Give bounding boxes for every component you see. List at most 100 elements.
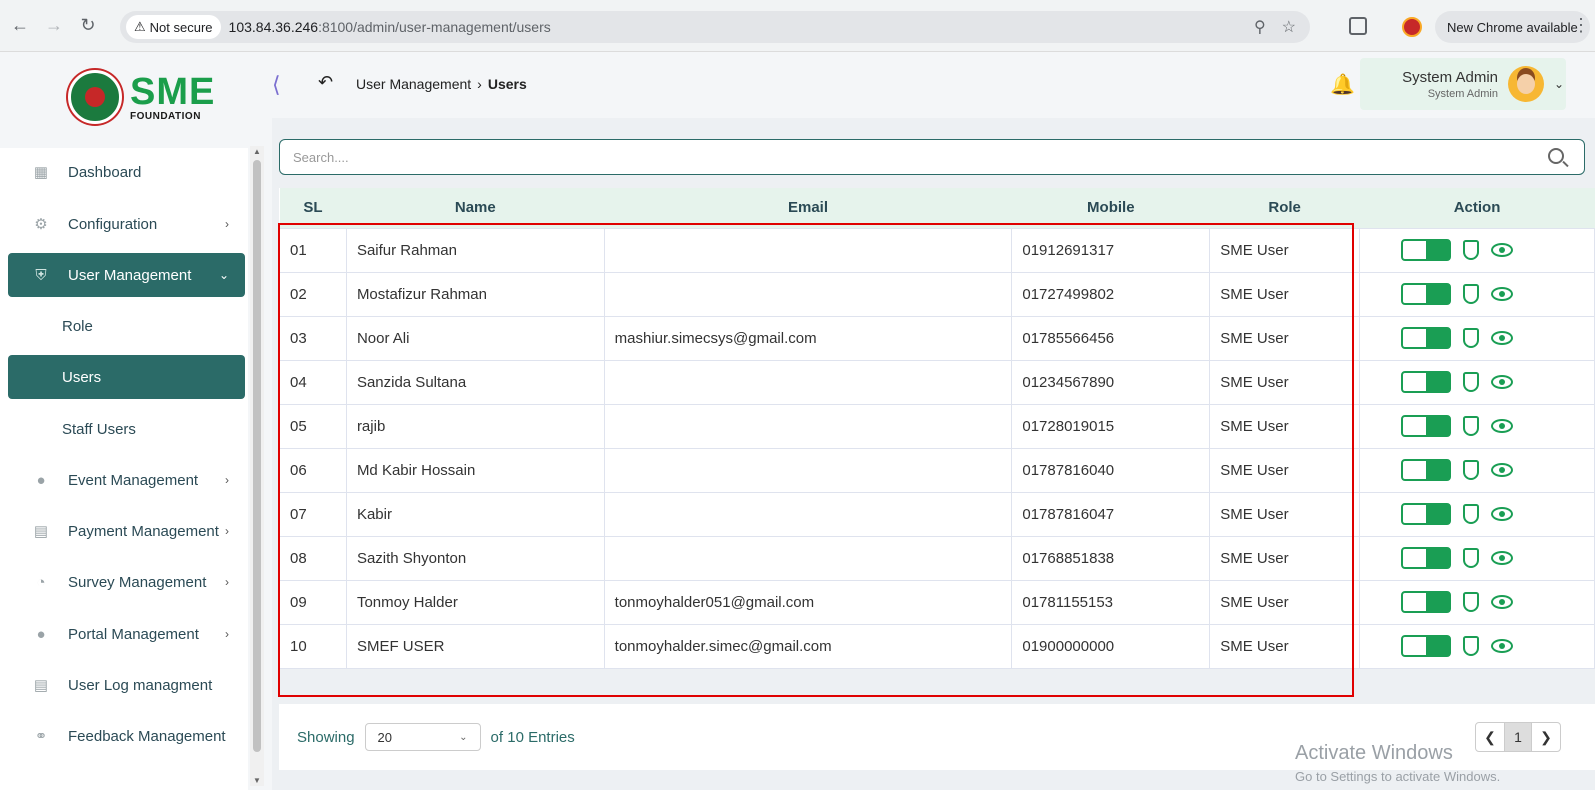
cell-name: Sanzida Sultana [345, 359, 605, 405]
back-icon[interactable]: ↶ [318, 72, 333, 93]
sidebar-item-label: User Management [68, 266, 192, 284]
zoom-icon[interactable]: ⚲ [1254, 17, 1266, 37]
view-eye-icon[interactable] [1491, 507, 1514, 521]
status-toggle[interactable] [1401, 371, 1452, 393]
chevron-down-icon: ⌄ [218, 268, 229, 282]
status-toggle[interactable] [1401, 635, 1452, 657]
sidebar-item-dashboard[interactable]: ▦ Dashboard [8, 150, 245, 194]
view-eye-icon[interactable] [1491, 463, 1514, 477]
forward-arrow-icon[interactable]: → [40, 12, 68, 40]
permission-shield-icon[interactable] [1463, 548, 1480, 568]
shield-user-icon: ⛨ [35, 266, 47, 284]
profile-icon[interactable] [1402, 17, 1422, 37]
scroll-down-icon[interactable]: ▼ [253, 776, 261, 785]
view-eye-icon[interactable] [1491, 551, 1514, 565]
cell-email: tonmoyhalder051@gmail.com [603, 579, 1013, 625]
chevron-down-icon[interactable]: ⌄ [1554, 77, 1564, 91]
sme-foundation-logo[interactable]: SME FOUNDATION [68, 70, 215, 124]
url-path: :8100/admin/user-management/users [318, 19, 551, 35]
back-arrow-icon[interactable]: ← [6, 12, 34, 40]
cell-mobile: 01728019015 [1011, 403, 1211, 449]
view-eye-icon[interactable] [1491, 243, 1514, 257]
search-box[interactable] [279, 139, 1585, 175]
sidebar-item-user-management[interactable]: ⛨ User Management ⌄ [8, 253, 245, 297]
user-menu[interactable]: System Admin System Admin ⌄ [1360, 58, 1566, 110]
status-toggle[interactable] [1401, 415, 1452, 437]
scroll-up-icon[interactable]: ▲ [253, 147, 261, 156]
notification-bell-icon[interactable]: 🔔 [1330, 72, 1355, 97]
chevron-right-icon: › [225, 524, 229, 538]
cell-sl: 06 [279, 447, 347, 493]
cell-name: Tonmoy Halder [345, 579, 605, 625]
cell-role: SME User [1209, 447, 1361, 493]
permission-shield-icon[interactable] [1463, 592, 1480, 612]
cell-role: SME User [1209, 623, 1361, 669]
permission-shield-icon[interactable] [1463, 328, 1480, 348]
status-toggle[interactable] [1401, 503, 1452, 525]
scroll-thumb[interactable] [253, 160, 261, 752]
view-eye-icon[interactable] [1491, 287, 1514, 301]
cell-action [1359, 535, 1595, 581]
cell-email [603, 271, 1013, 317]
permission-shield-icon[interactable] [1463, 284, 1480, 304]
search-icon[interactable] [1548, 148, 1564, 164]
url-text[interactable]: 103.84.36.246:8100/admin/user-management… [229, 19, 551, 35]
sidebar-item-feedback-management[interactable]: ⚭ Feedback Management [8, 714, 245, 758]
sidebar-item-survey-management[interactable]: ◔ Survey Management › [8, 560, 245, 604]
page-button-current[interactable]: 1 [1504, 723, 1532, 751]
table-row: 04 Sanzida Sultana 01234567890 SME User [279, 359, 1595, 405]
status-toggle[interactable] [1401, 547, 1452, 569]
showing-label: Showing [297, 728, 355, 746]
permission-shield-icon[interactable] [1463, 240, 1480, 260]
cell-name: Kabir [345, 491, 605, 537]
view-eye-icon[interactable] [1491, 639, 1514, 653]
page-size-select[interactable]: 20 ⌄ [364, 723, 481, 751]
status-toggle[interactable] [1401, 327, 1452, 349]
permission-shield-icon[interactable] [1463, 372, 1480, 392]
status-toggle[interactable] [1401, 283, 1452, 305]
permission-shield-icon[interactable] [1463, 460, 1480, 480]
breadcrumb: User Management › Users [356, 76, 527, 92]
sidebar-item-user-log[interactable]: ▤ User Log managment [8, 663, 245, 707]
sidebar-subitem-staff-users[interactable]: Staff Users [8, 407, 245, 451]
cell-name: Saifur Rahman [345, 227, 605, 273]
view-eye-icon[interactable] [1491, 375, 1514, 389]
cell-role: SME User [1209, 491, 1361, 537]
chevron-down-icon: ⌄ [459, 731, 468, 743]
status-toggle[interactable] [1401, 591, 1452, 613]
sidebar-scrollbar[interactable]: ▲ ▼ [250, 146, 264, 786]
view-eye-icon[interactable] [1491, 331, 1514, 345]
view-eye-icon[interactable] [1491, 419, 1514, 433]
main-content: SL Name Email Mobile Role Action 01Saifu… [272, 118, 1595, 790]
status-toggle[interactable] [1401, 239, 1452, 261]
next-page-button[interactable]: ❯ [1532, 723, 1560, 751]
sidebar-collapse-icon[interactable]: ⟨ [272, 72, 281, 98]
cell-email: mashiur.simecsys@gmail.com [603, 315, 1013, 361]
sidebar-item-portal-management[interactable]: ● Portal Management › [8, 612, 245, 656]
bookmark-star-icon[interactable]: ☆ [1282, 17, 1296, 37]
cell-sl: 05 [279, 403, 347, 449]
chrome-update-button[interactable]: New Chrome available [1435, 11, 1590, 43]
address-bar[interactable]: ⚠ Not secure 103.84.36.246:8100/admin/us… [120, 11, 1310, 43]
avatar [1508, 66, 1544, 102]
browser-menu-icon[interactable]: ⋮ [1572, 15, 1590, 36]
extensions-icon[interactable] [1349, 17, 1367, 35]
sidebar-subitem-users[interactable]: Users [8, 355, 245, 399]
status-toggle[interactable] [1401, 459, 1452, 481]
cell-name: Mostafizur Rahman [345, 271, 605, 317]
sidebar-item-payment-management[interactable]: ▤ Payment Management › [8, 509, 245, 553]
permission-shield-icon[interactable] [1463, 504, 1480, 524]
permission-shield-icon[interactable] [1463, 636, 1480, 656]
sidebar-subitem-role[interactable]: Role [8, 304, 245, 348]
permission-shield-icon[interactable] [1463, 416, 1480, 436]
sidebar-item-configuration[interactable]: ⚙ Configuration › [8, 202, 245, 246]
cell-email [603, 403, 1013, 449]
breadcrumb-current: Users [487, 76, 527, 92]
view-eye-icon[interactable] [1491, 595, 1514, 609]
breadcrumb-parent[interactable]: User Management [356, 76, 471, 92]
sidebar-item-event-management[interactable]: ● Event Management › [8, 458, 245, 502]
not-secure-chip[interactable]: ⚠ Not secure [126, 15, 221, 39]
cell-mobile: 01900000000 [1011, 623, 1211, 669]
reload-icon[interactable]: ↻ [74, 12, 102, 40]
search-input[interactable] [280, 140, 1520, 174]
